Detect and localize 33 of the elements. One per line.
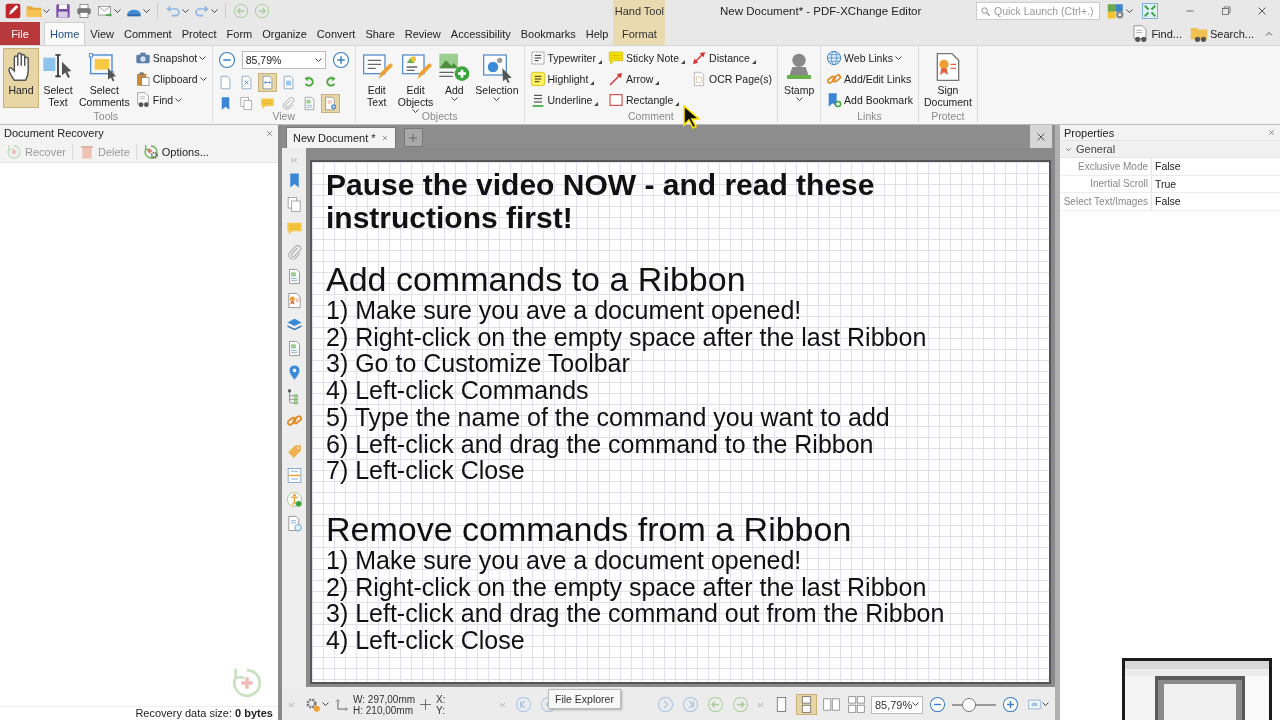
group-title: Tools	[93, 110, 119, 122]
instruction-step: 4) Left-click Close	[326, 627, 1039, 654]
section-heading: Remove commands from a Ribbon	[326, 510, 853, 547]
tooltip: File Explorer	[548, 689, 621, 709]
instruction-step: 2) Right-click on the empty space after the last Ribbon	[326, 323, 1039, 351]
panel-title: Document Recovery	[4, 127, 104, 139]
instruction-step: 1) Make sure you ave a document opened!	[326, 297, 1039, 324]
instruction-step: 6) Left-click and drag the command to the Ribbon	[326, 430, 1039, 458]
group-title: View	[272, 110, 295, 122]
group-title: Objects	[421, 110, 458, 122]
instruction-step: 1) Make sure you ave a document opened!	[326, 546, 1039, 574]
group-title: Comment	[628, 110, 674, 122]
cursor-y-text: Y:	[436, 704, 446, 716]
panel-title: Properties	[1064, 126, 1115, 139]
instruction-step: 2) Right-click on the empty space after the last Ribbon	[326, 573, 1039, 601]
window-title: New Document* - PDF-XChange Editor	[719, 5, 923, 17]
instruction-step: 3) Go to Customize Toolbar	[326, 350, 1039, 378]
recovery-size-text: Recovery data size: 0 bytes	[135, 707, 273, 719]
contextual-tab-group-label: Hand Tool	[614, 5, 665, 17]
page-height-text: H: 210,00mm	[353, 704, 414, 716]
instruction-step: 5) Type the name of the command you want to add	[326, 403, 1039, 431]
group-title: Protect	[931, 110, 965, 122]
property-label: Inertial Scroll	[1060, 175, 1152, 192]
cursor-x-text: X:	[436, 693, 446, 705]
document-title: Pause the video NOW - and read these instructions first!	[326, 168, 876, 234]
instruction-step: 7) Left-click Close	[326, 457, 1039, 484]
property-label: Select Text/Images	[1060, 193, 1152, 210]
section-heading: Add commands to a Ribbon	[326, 261, 747, 297]
instruction-step: 3) Left-click and drag the command out from the Ribbon	[326, 600, 1039, 628]
group-title: Links	[857, 110, 882, 122]
property-label: Exclusive Mode	[1060, 158, 1152, 175]
page-width-text: W: 297,00mm	[353, 693, 416, 705]
instruction-step: 4) Left-click Commands	[326, 377, 1039, 404]
